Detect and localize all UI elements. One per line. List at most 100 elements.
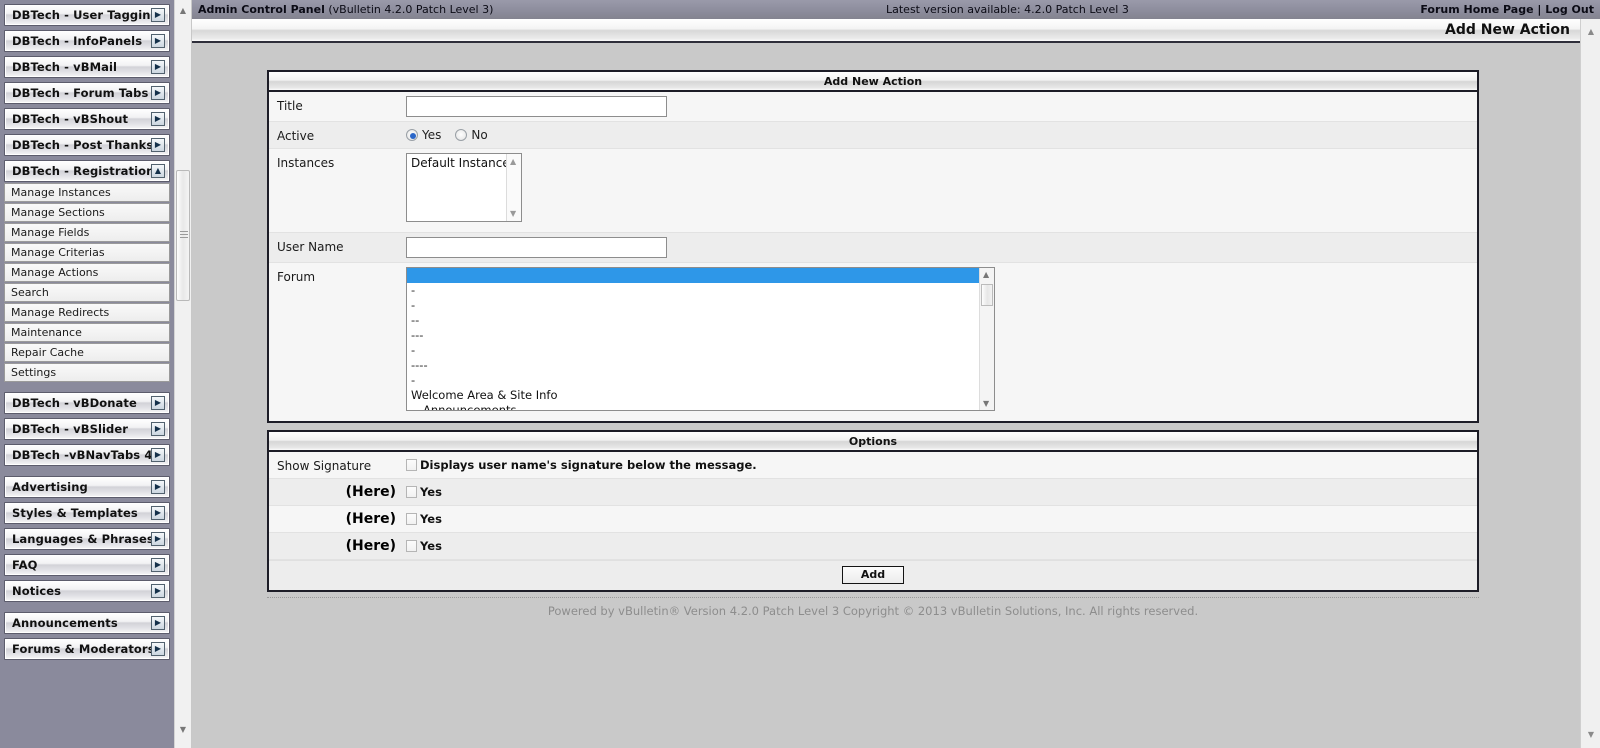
forum-option[interactable]: --- [407,328,994,343]
sidebar-group-languages-phrases[interactable]: Languages & Phrases ▶ [4,528,170,550]
forum-option[interactable] [407,268,994,283]
listbox-scroll-up-icon[interactable]: ▲ [510,157,516,166]
arrow-right-icon[interactable]: ▶ [151,86,165,100]
sidebar-group-dbtech-registration[interactable]: DBTech - Registration ▲ [4,160,170,182]
forum-option[interactable]: - [407,373,994,388]
log-out-link[interactable]: Log Out [1545,3,1594,16]
sidebar-group-dbtech-post-thanks[interactable]: DBTech - Post Thanks ▶ [4,134,170,156]
page-scrollbar[interactable]: ▲ ▼ [1580,19,1600,748]
arrow-right-icon[interactable]: ▶ [151,642,165,656]
arrow-right-icon[interactable]: ▶ [151,506,165,520]
forum-home-link[interactable]: Forum Home Page [1420,3,1533,16]
instances-listbox[interactable]: Default Instance ▲ ▼ [406,153,522,222]
sidebar-group-label: DBTech - vBSlider [12,422,129,436]
instances-listbox-scrollbar[interactable]: ▲ ▼ [506,154,521,221]
sidebar-group-dbtech-vbslider[interactable]: DBTech - vBSlider ▶ [4,418,170,440]
option-checkbox[interactable] [406,513,417,525]
sidebar-item-manage-sections[interactable]: Manage Sections [4,203,170,222]
forum-scroll-down-icon[interactable]: ▼ [983,399,989,408]
forum-scrollbar-thumb[interactable] [981,284,993,306]
title-row: Title [269,92,1477,122]
sidebar-group-label: DBTech - Post Thanks [12,138,154,152]
option-checkbox[interactable] [406,540,417,552]
sidebar-group-forums-moderators[interactable]: Forums & Moderators ▶ [4,638,170,660]
sidebar-item-search[interactable]: Search [4,283,170,302]
sidebar-group-faq[interactable]: FAQ ▶ [4,554,170,576]
active-yes-radio[interactable] [406,129,418,141]
option-checkbox-label: Yes [420,485,442,499]
sidebar-group-dbtech-vbnavtabs-4-2[interactable]: DBTech -vBNavTabs 4.2 ▶ [4,444,170,466]
sidebar-group-dbtech-vbdonate[interactable]: DBTech - vBDonate ▶ [4,392,170,414]
options-panel: Options Show Signature Displays user name… [267,430,1479,592]
arrow-right-icon[interactable]: ▶ [151,34,165,48]
arrow-right-icon[interactable]: ▶ [151,584,165,598]
arrow-right-icon[interactable]: ▶ [151,448,165,462]
add-button[interactable]: Add [842,566,904,584]
listbox-scroll-down-icon[interactable]: ▼ [510,209,516,218]
forum-option[interactable]: - [407,283,994,298]
option-row: (Here) Yes [269,506,1477,533]
sidebar-scrollbar-thumb[interactable] [176,170,190,301]
forum-scroll-up-icon[interactable]: ▲ [983,270,989,279]
sidebar-scrollbar[interactable]: ▲ ▼ [174,0,191,748]
forum-option[interactable]: - [407,298,994,313]
sidebar-group-notices[interactable]: Notices ▶ [4,580,170,602]
arrow-up-icon[interactable]: ▲ [151,164,165,178]
sidebar-item-manage-fields[interactable]: Manage Fields [4,223,170,242]
arrow-right-icon[interactable]: ▶ [151,396,165,410]
sidebar-group-styles-templates[interactable]: Styles & Templates ▶ [4,502,170,524]
forum-option[interactable]: ---- [407,358,994,373]
add-new-action-panel: Add New Action Title Active Yes No Insta… [267,70,1479,423]
arrow-right-icon[interactable]: ▶ [151,8,165,22]
sidebar-item-manage-actions[interactable]: Manage Actions [4,263,170,282]
title-input[interactable] [406,96,667,117]
active-yes-label: Yes [422,128,442,142]
forum-option[interactable]: -- [407,313,994,328]
option-checkbox[interactable] [406,459,417,471]
sidebar-item-label: Manage Fields [11,226,90,239]
sidebar-item-manage-instances[interactable]: Manage Instances [4,183,170,202]
arrow-right-icon[interactable]: ▶ [151,112,165,126]
sidebar-group-dbtech-infopanels[interactable]: DBTech - InfoPanels ▶ [4,30,170,52]
sidebar-item-manage-redirects[interactable]: Manage Redirects [4,303,170,322]
arrow-right-icon[interactable]: ▶ [151,616,165,630]
sidebar-group-dbtech-user-tagging[interactable]: DBTech - User Tagging ▶ [4,4,170,26]
forum-option[interactable]: - [407,343,994,358]
sidebar-item-manage-criterias[interactable]: Manage Criterias [4,243,170,262]
sidebar-group-label: DBTech - vBMail [12,60,118,74]
sidebar-group-advertising[interactable]: Advertising ▶ [4,476,170,498]
sidebar-item-repair-cache[interactable]: Repair Cache [4,343,170,362]
forum-option[interactable]: Welcome Area & Site Info [407,388,994,403]
option-checkbox[interactable] [406,486,417,498]
sidebar-item-maintenance[interactable]: Maintenance [4,323,170,342]
page-scroll-up-icon[interactable]: ▲ [1583,23,1599,39]
forum-listbox-scrollbar[interactable]: ▲ ▼ [979,268,994,410]
forum-listbox[interactable]: - - -- --- - ---- - Welcome Area & Site Info -- … [406,267,995,411]
sidebar-group-dbtech-vbshout[interactable]: DBTech - vBShout ▶ [4,108,170,130]
arrow-right-icon[interactable]: ▶ [151,558,165,572]
active-no-radio[interactable] [455,129,468,141]
sidebar-item-label: Manage Criterias [11,246,105,259]
forum-option[interactable]: -- Announcements [407,403,994,410]
arrow-right-icon[interactable]: ▶ [151,60,165,74]
sidebar-group-announcements[interactable]: Announcements ▶ [4,612,170,634]
sidebar-group-dbtech-vbmail[interactable]: DBTech - vBMail ▶ [4,56,170,78]
instances-row: Instances Default Instance ▲ ▼ [269,149,1477,233]
arrow-right-icon[interactable]: ▶ [151,480,165,494]
scroll-down-icon[interactable]: ▼ [175,721,191,738]
sidebar-item-settings[interactable]: Settings [4,363,170,382]
sidebar-item-label: Search [11,286,49,299]
sidebar: DBTech - User Tagging ▶ DBTech - InfoPanel… [0,0,174,748]
option-label: (Here) [345,484,396,500]
arrow-right-icon[interactable]: ▶ [151,138,165,152]
sidebar-group-dbtech-forum-tabs[interactable]: DBTech - Forum Tabs ▶ [4,82,170,104]
sidebar-item-label: Manage Instances [11,186,111,199]
arrow-right-icon[interactable]: ▶ [151,532,165,546]
username-input[interactable] [406,237,667,258]
page-scroll-down-icon[interactable]: ▼ [1583,726,1599,742]
instances-option[interactable]: Default Instance [407,154,521,172]
page-title: Add New Action [1445,22,1570,38]
arrow-right-icon[interactable]: ▶ [151,422,165,436]
scroll-up-icon[interactable]: ▲ [175,2,191,19]
